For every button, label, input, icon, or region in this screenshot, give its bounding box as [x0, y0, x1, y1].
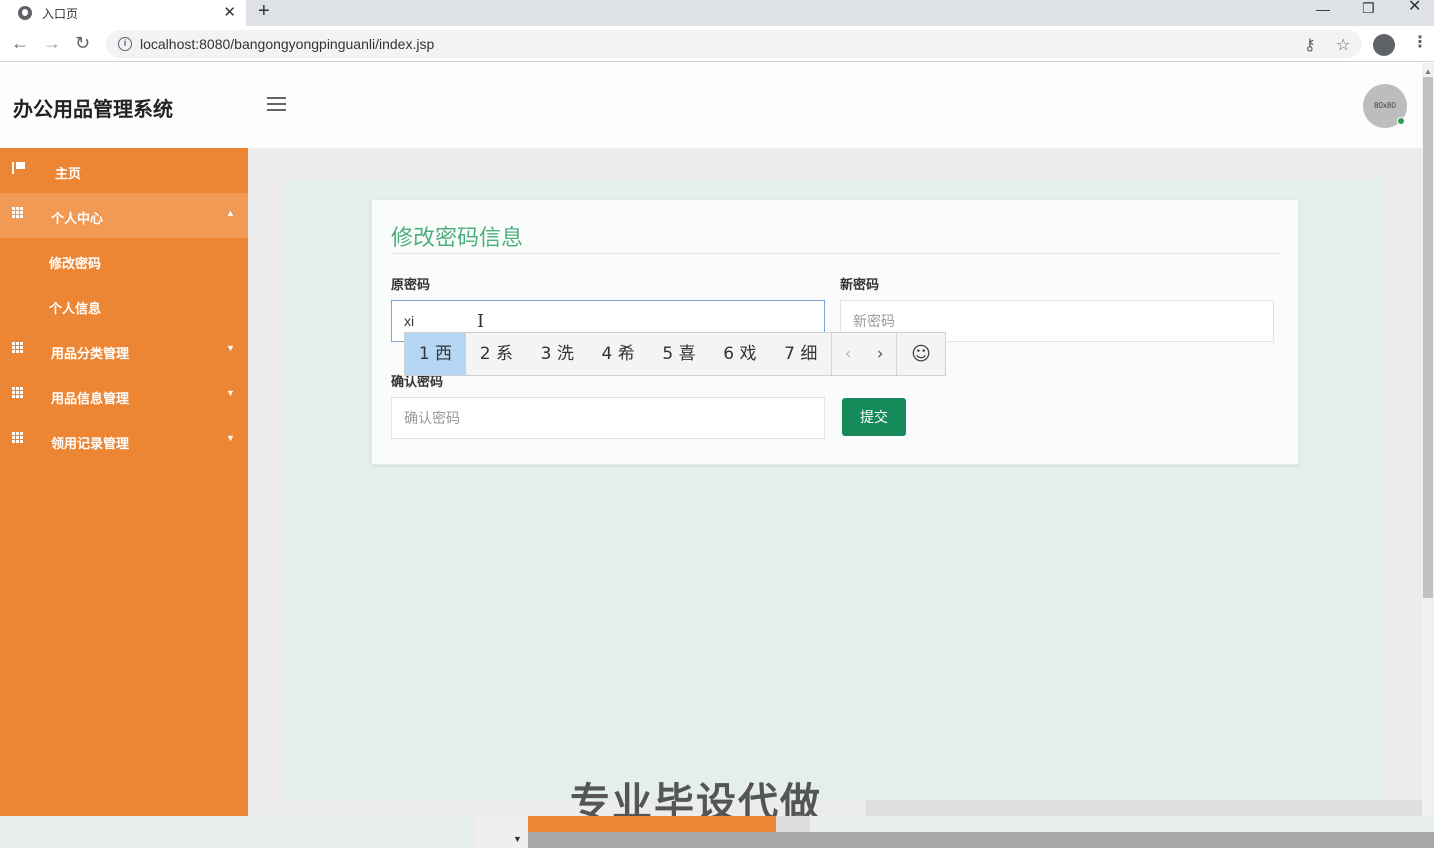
bottom-overlay-dark: [528, 832, 1434, 848]
sidebar-item-home[interactable]: 主页: [0, 148, 248, 193]
ime-candidate[interactable]: 4 希: [588, 333, 649, 375]
sidebar-item-label: 用品分类管理: [51, 346, 130, 361]
sidebar-item-category-management[interactable]: 用品分类管理 ▼: [0, 328, 248, 373]
old-password-label: 原密码: [391, 277, 431, 292]
sidebar: 主页 个人中心 ▲ 修改密码 个人信息 用品分类管理 ▼ 用品信息管理 ▼ 领用…: [0, 148, 248, 816]
horizontal-scrollbar[interactable]: [866, 800, 1422, 816]
key-icon[interactable]: ⚷: [1304, 35, 1316, 55]
app-title: 办公用品管理系统: [13, 99, 173, 121]
browser-tab[interactable]: 入口页 ✕: [0, 0, 246, 26]
tab-title: 入口页: [42, 6, 79, 21]
flag-icon: [12, 162, 25, 174]
scroll-thumb[interactable]: [1423, 77, 1433, 598]
sidebar-item-label: 修改密码: [49, 256, 102, 271]
caret-down-icon: ▼: [513, 834, 522, 844]
tab-close-icon[interactable]: ✕: [223, 3, 236, 21]
sidebar-item-change-password[interactable]: 修改密码: [0, 238, 248, 283]
confirm-password-input[interactable]: [391, 397, 825, 439]
grid-icon: [12, 432, 24, 444]
sidebar-item-label: 个人信息: [49, 301, 102, 316]
watermark-text: 专业毕设代做: [570, 780, 822, 816]
sidebar-item-supply-info-management[interactable]: 用品信息管理 ▼: [0, 373, 248, 418]
scroll-up-icon[interactable]: ▲: [1424, 67, 1432, 76]
card-title: 修改密码信息: [391, 225, 524, 250]
sidebar-item-label: 主页: [55, 166, 82, 181]
sidebar-item-label: 用品信息管理: [51, 391, 130, 406]
bottom-overlay-light: [776, 816, 810, 832]
new-password-label: 新密码: [840, 277, 880, 292]
ime-candidate[interactable]: 7 细: [770, 333, 831, 375]
restore-button[interactable]: ❐: [1362, 1, 1375, 15]
menu-icon[interactable]: ⋮: [1412, 32, 1428, 52]
minimize-button[interactable]: —: [1316, 2, 1330, 16]
ime-candidate[interactable]: 3 洗: [527, 333, 588, 375]
sidebar-item-personal-info[interactable]: 个人信息: [0, 283, 248, 328]
online-status-dot: [1397, 117, 1405, 125]
ime-candidate[interactable]: 5 喜: [649, 333, 710, 375]
url-text[interactable]: localhost:8080/bangongyongpinguanli/inde…: [140, 36, 434, 52]
ime-candidate[interactable]: 1 西: [405, 333, 466, 375]
caret-down-icon: ▼: [226, 388, 235, 398]
info-icon[interactable]: i: [118, 37, 132, 51]
reload-button[interactable]: ↻: [75, 33, 90, 54]
caret-down-icon: ▼: [226, 433, 235, 443]
grid-icon: [12, 342, 24, 354]
hamburger-menu-icon[interactable]: [267, 97, 286, 111]
profile-icon[interactable]: [1373, 34, 1395, 56]
ime-candidate-bar: 1 西 2 系 3 洗 4 希 5 喜 6 戏 7 细 ‹ › ☺: [404, 332, 946, 376]
globe-icon: [18, 6, 32, 20]
submit-button[interactable]: 提交: [842, 398, 906, 436]
ime-candidate[interactable]: 6 戏: [709, 333, 770, 375]
omnibox[interactable]: i localhost:8080/bangongyongpinguanli/in…: [106, 30, 1362, 58]
sidebar-item-personal-center[interactable]: 个人中心 ▲: [0, 193, 248, 238]
window-close-button[interactable]: ✕: [1408, 0, 1421, 15]
back-button[interactable]: ←: [11, 33, 29, 54]
forward-button[interactable]: →: [43, 33, 61, 54]
ime-candidate[interactable]: 2 系: [466, 333, 527, 375]
sidebar-item-label: 领用记录管理: [51, 436, 130, 451]
text-cursor-icon: I: [477, 311, 485, 332]
app-header: 办公用品管理系统 80x80: [0, 63, 1422, 148]
bottom-overlay-orange: [528, 816, 776, 832]
star-icon[interactable]: ☆: [1336, 35, 1350, 55]
sidebar-item-label: 个人中心: [51, 211, 104, 226]
grid-icon: [12, 387, 24, 399]
sidebar-item-usage-record-management[interactable]: 领用记录管理 ▼: [0, 418, 248, 463]
ime-next-page-icon[interactable]: ›: [864, 333, 896, 375]
browser-tab-bar: 入口页 ✕ + — ❐ ✕: [0, 0, 1434, 26]
divider: [391, 253, 1280, 254]
ime-prev-page-icon[interactable]: ‹: [832, 333, 864, 375]
address-bar: ← → ↻ i localhost:8080/bangongyongpingua…: [0, 26, 1434, 62]
vertical-scrollbar[interactable]: ▲: [1422, 63, 1434, 816]
caret-down-icon: ▼: [226, 343, 235, 353]
caret-up-icon: ▲: [226, 208, 235, 218]
emoji-icon[interactable]: ☺: [897, 333, 945, 375]
new-tab-button[interactable]: +: [258, 0, 270, 22]
grid-icon: [12, 207, 24, 219]
